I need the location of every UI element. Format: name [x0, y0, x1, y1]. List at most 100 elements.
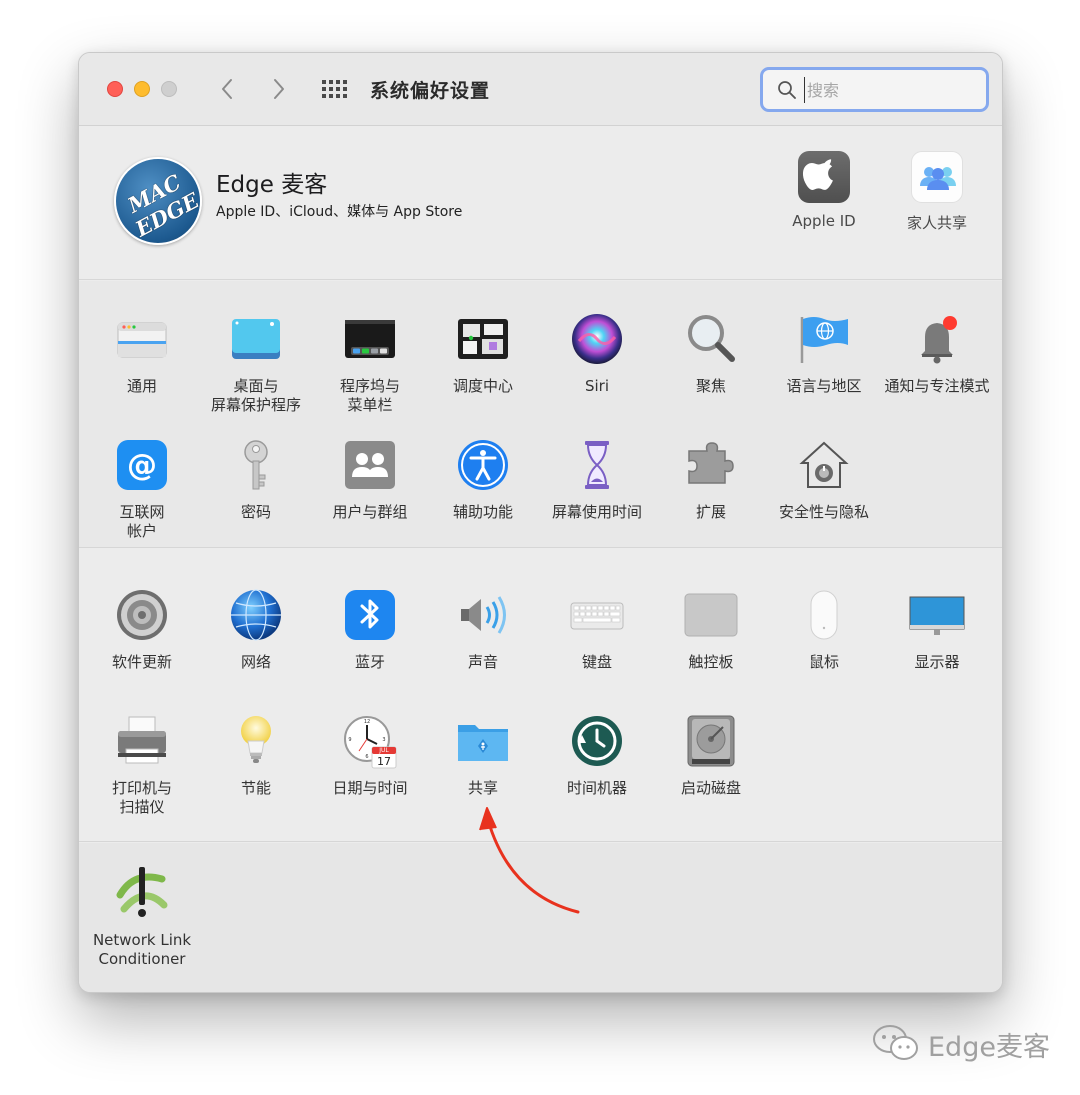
pref-spotlight[interactable]: 聚焦	[654, 311, 768, 396]
pref-mouse[interactable]: 鼠标	[767, 587, 881, 672]
language-region-icon	[796, 311, 852, 367]
show-all-button[interactable]	[321, 79, 349, 99]
pref-date-time-label: 日期与时间	[332, 779, 408, 797]
pref-network[interactable]: 网络	[199, 587, 313, 672]
pref-printers-scanners[interactable]: 打印机与 扫描仪	[85, 713, 199, 817]
pref-mission-control-label: 调度中心	[452, 377, 513, 395]
account-header: MAC EDGE Edge 麦客 Apple ID、iCloud、媒体与 App…	[79, 127, 1002, 280]
internet-accounts-icon: @	[114, 437, 170, 493]
hardware-preferences-section: 软件更新 网络 蓝牙 声音 键盘 触控板 鼠标 显示器 打印机与 扫描仪 节能 …	[79, 549, 1002, 842]
mouse-icon	[796, 587, 852, 643]
displays-icon	[909, 587, 965, 643]
siri-icon	[569, 311, 625, 367]
account-subtitle: Apple ID、iCloud、媒体与 App Store	[216, 204, 463, 220]
pref-screen-time[interactable]: 屏幕使用时间	[540, 437, 654, 522]
pref-network-link-conditioner[interactable]: Network Link Conditioner	[85, 865, 199, 969]
pref-general[interactable]: 通用	[85, 311, 199, 396]
avatar[interactable]: MAC EDGE	[114, 157, 202, 245]
general-icon	[114, 311, 170, 367]
pref-trackpad-label: 触控板	[688, 653, 734, 671]
screen-time-icon	[569, 437, 625, 493]
pref-network-link-conditioner-label: Network Link Conditioner	[92, 931, 192, 968]
minimize-window-button[interactable]	[134, 81, 150, 97]
forward-button[interactable]	[266, 75, 290, 103]
software-update-icon	[114, 587, 170, 643]
pref-startup-disk-label: 启动磁盘	[680, 779, 741, 797]
apple-id-button[interactable]: Apple ID	[774, 151, 874, 230]
accessibility-icon	[455, 437, 511, 493]
svg-text:@: @	[127, 448, 157, 483]
sharing-icon	[455, 713, 511, 769]
pref-users-groups-label: 用户与群组	[332, 503, 408, 521]
search-icon	[778, 81, 796, 99]
pref-language-region[interactable]: 语言与地区	[767, 311, 881, 396]
window-title: 系统偏好设置	[370, 80, 491, 102]
pref-bluetooth-label: 蓝牙	[354, 653, 385, 671]
back-button[interactable]	[216, 75, 240, 103]
pref-time-machine[interactable]: 时间机器	[540, 713, 654, 798]
pref-sound[interactable]: 声音	[426, 587, 540, 672]
pref-trackpad[interactable]: 触控板	[654, 587, 768, 672]
network-icon	[228, 587, 284, 643]
family-sharing-button[interactable]: 家人共享	[887, 151, 987, 233]
pref-sound-label: 声音	[467, 653, 498, 671]
pref-energy-saver-label: 节能	[240, 779, 271, 797]
annotation-arrow	[479, 807, 580, 914]
pref-general-label: 通用	[126, 377, 157, 395]
startup-disk-icon	[683, 713, 739, 769]
energy-saver-icon	[228, 713, 284, 769]
pref-internet-accounts-label: 互联网 帐户	[119, 503, 165, 540]
time-machine-icon	[569, 713, 625, 769]
desktop-screensaver-icon	[228, 311, 284, 367]
zoom-window-button[interactable]	[161, 81, 177, 97]
chevron-right-icon	[274, 79, 284, 99]
notifications-icon	[909, 311, 965, 367]
pref-users-groups[interactable]: 用户与群组	[313, 437, 427, 522]
pref-notifications[interactable]: 通知与专注模式	[880, 311, 994, 396]
pref-internet-accounts[interactable]: @ 互联网 帐户	[85, 437, 199, 541]
pref-accessibility-label: 辅助功能	[452, 503, 513, 521]
pref-sharing[interactable]: 共享	[426, 713, 540, 798]
svg-text:6: 6	[365, 754, 368, 760]
pref-keyboard-label: 键盘	[581, 653, 612, 671]
passwords-icon	[228, 437, 284, 493]
pref-keyboard[interactable]: 键盘	[540, 587, 654, 672]
pref-extensions[interactable]: 扩展	[654, 437, 768, 522]
dock-menubar-icon	[342, 311, 398, 367]
pref-startup-disk[interactable]: 启动磁盘	[654, 713, 768, 798]
pref-mission-control[interactable]: 调度中心	[426, 311, 540, 396]
pref-security-privacy-label: 安全性与隐私	[778, 503, 869, 521]
pref-passwords[interactable]: 密码	[199, 437, 313, 522]
pref-desktop-screensaver[interactable]: 桌面与 屏幕保护程序	[199, 311, 313, 415]
trackpad-icon	[683, 587, 739, 643]
apple-logo-icon	[798, 151, 850, 203]
search-field[interactable]	[760, 67, 989, 112]
pref-siri[interactable]: Siri	[540, 311, 654, 396]
close-window-button[interactable]	[107, 81, 123, 97]
printers-scanners-icon	[114, 713, 170, 769]
pref-dock-menubar[interactable]: 程序坞与 菜单栏	[313, 311, 427, 415]
pref-software-update[interactable]: 软件更新	[85, 587, 199, 672]
pref-accessibility[interactable]: 辅助功能	[426, 437, 540, 522]
keyboard-icon	[569, 587, 625, 643]
pref-date-time[interactable]: 12 3 6 9 JUL 17 日期与时间	[313, 713, 427, 798]
svg-text:9: 9	[348, 737, 351, 743]
pref-sharing-label: 共享	[467, 779, 498, 797]
network-link-conditioner-icon	[114, 865, 170, 921]
pref-displays-label: 显示器	[914, 653, 960, 671]
calendar-day-text: 17	[377, 755, 391, 768]
pref-network-label: 网络	[240, 653, 271, 671]
grid-icon	[322, 80, 347, 98]
pref-software-update-label: 软件更新	[111, 653, 172, 671]
pref-mouse-label: 鼠标	[808, 653, 839, 671]
pref-security-privacy[interactable]: 安全性与隐私	[767, 437, 881, 522]
spotlight-icon	[683, 311, 739, 367]
pref-bluetooth[interactable]: 蓝牙	[313, 587, 427, 672]
users-groups-icon	[342, 437, 398, 493]
pref-passwords-label: 密码	[240, 503, 271, 521]
pref-displays[interactable]: 显示器	[880, 587, 994, 672]
pref-language-region-label: 语言与地区	[786, 377, 862, 395]
pref-energy-saver[interactable]: 节能	[199, 713, 313, 798]
search-input[interactable]	[804, 77, 974, 103]
mission-control-icon	[455, 311, 511, 367]
